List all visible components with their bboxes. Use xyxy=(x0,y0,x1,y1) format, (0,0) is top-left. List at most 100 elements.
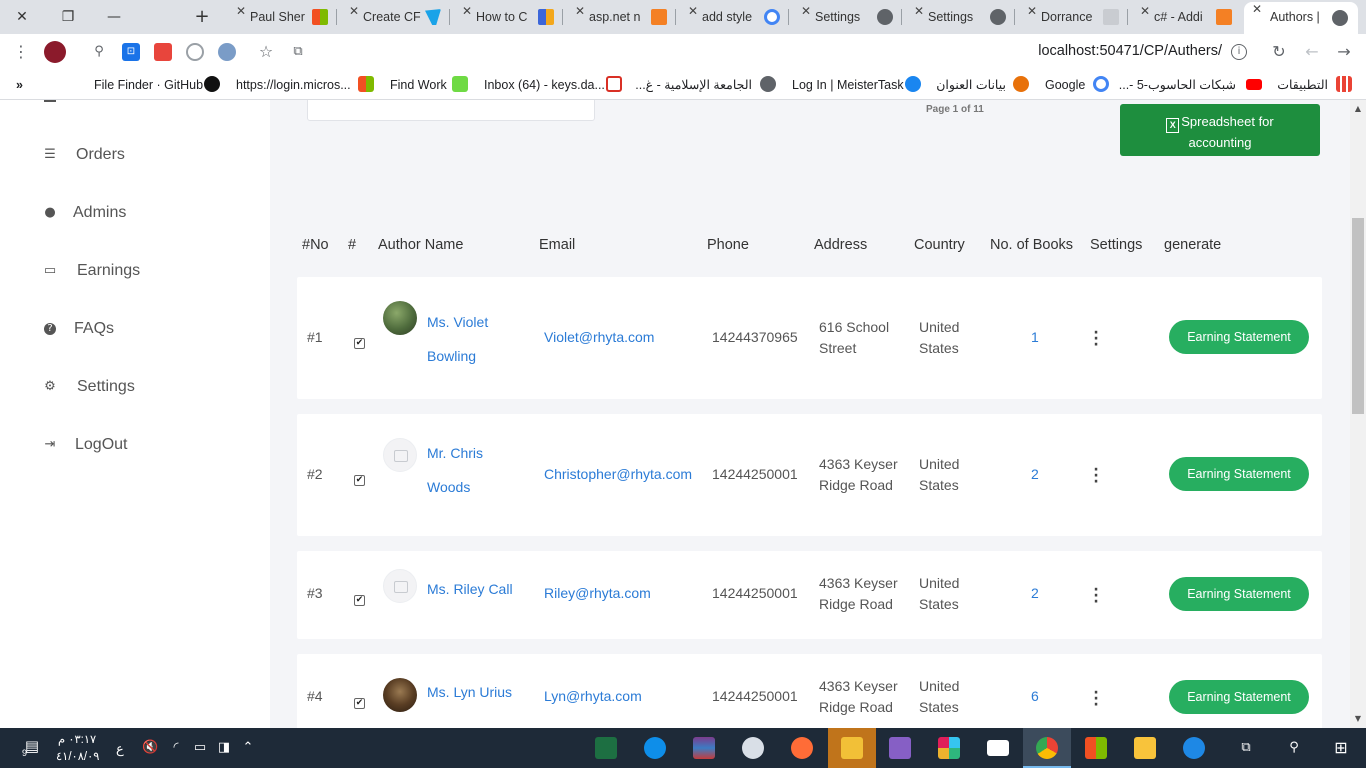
tab-close-icon[interactable]: ✕ xyxy=(1248,2,1266,16)
extension-icon[interactable]: ⚲ xyxy=(90,43,108,61)
books-count-link[interactable]: 2 xyxy=(1031,464,1039,485)
browser-tab[interactable]: ✕ Paul Sher xyxy=(232,4,328,30)
scrollbar-thumb[interactable] xyxy=(1352,218,1364,414)
windows-start-icon[interactable]: ⊞ xyxy=(1333,740,1349,756)
forward-icon[interactable]: ← xyxy=(1303,43,1321,61)
bookmark-item[interactable]: File Finder · GitHub xyxy=(94,76,203,94)
taskbar-app-slack[interactable] xyxy=(925,728,973,768)
taskbar-app-visual-studio[interactable] xyxy=(876,728,924,768)
row-checkbox[interactable]: ✔ xyxy=(354,338,365,349)
browser-tab[interactable]: ✕ Create CF xyxy=(345,4,441,30)
browser-tab-active[interactable]: ✕ Authors | xyxy=(1244,2,1358,34)
scroll-down-icon[interactable]: ▼ xyxy=(1354,714,1362,723)
bookmarks-overflow-icon[interactable]: » xyxy=(16,76,23,94)
bookmark-item[interactable]: Google xyxy=(1045,76,1085,94)
bookmark-item[interactable]: الجامعة الإسلامية - غ... xyxy=(635,76,752,94)
tray-app-icon[interactable]: ◨ xyxy=(216,740,232,756)
tab-close-icon[interactable]: ✕ xyxy=(345,4,363,18)
tab-close-icon[interactable]: ✕ xyxy=(571,4,589,18)
browser-tab[interactable]: ✕ How to C xyxy=(458,4,554,30)
books-count-link[interactable]: 1 xyxy=(1031,327,1039,348)
back-icon[interactable]: → xyxy=(1335,43,1353,61)
clock-time[interactable]: ٠٣:١٧ م xyxy=(58,732,96,746)
minimize-window-icon[interactable]: — xyxy=(100,6,128,28)
sidebar-item-faqs[interactable]: ? FAQs xyxy=(0,317,270,341)
extension-icon[interactable]: ⊡ xyxy=(122,43,140,61)
browser-tab[interactable]: ✕ add style xyxy=(684,4,780,30)
language-indicator[interactable]: ع xyxy=(116,741,124,757)
tab-close-icon[interactable]: ✕ xyxy=(232,4,250,18)
row-checkbox[interactable]: ✔ xyxy=(354,475,365,486)
taskbar-app-teamviewer[interactable] xyxy=(631,728,679,768)
books-count-link[interactable]: 6 xyxy=(1031,686,1039,707)
sidebar-item-settings[interactable]: ⚙ Settings xyxy=(0,375,270,399)
extension-icon[interactable] xyxy=(186,43,204,61)
star-bookmark-icon[interactable]: ☆ xyxy=(257,43,275,61)
browser-tab[interactable]: ✕ Settings xyxy=(910,4,1006,30)
books-count-link[interactable]: 2 xyxy=(1031,583,1039,604)
task-view-icon[interactable]: ⧉ xyxy=(1238,740,1254,756)
earning-statement-button[interactable]: Earning Statement xyxy=(1169,457,1309,491)
earning-statement-button[interactable]: Earning Statement xyxy=(1169,577,1309,611)
sidebar-item-logout[interactable]: ⇥ LogOut xyxy=(0,433,270,457)
extension-icon[interactable] xyxy=(218,43,236,61)
scroll-up-icon[interactable]: ▲ xyxy=(1354,104,1362,113)
bookmark-item[interactable]: https://login.micros... xyxy=(236,76,351,94)
taskbar-app-mail[interactable] xyxy=(974,728,1022,768)
taskbar-app-explorer[interactable] xyxy=(1121,728,1169,768)
taskbar-app-postman[interactable] xyxy=(778,728,826,768)
bookmark-item[interactable]: Find Work xyxy=(390,76,447,94)
close-window-icon[interactable]: ✕ xyxy=(8,6,36,28)
bookmark-item[interactable]: Log In | MeisterTask xyxy=(792,76,904,94)
row-settings-kebab-icon[interactable]: · · · xyxy=(1092,326,1100,352)
browser-tab[interactable]: ✕ c# - Addi xyxy=(1136,4,1232,30)
earning-statement-button[interactable]: Earning Statement xyxy=(1169,320,1309,354)
export-spreadsheet-button[interactable]: X Spreadsheet for accounting xyxy=(1120,104,1320,156)
profile-avatar[interactable] xyxy=(44,41,66,63)
battery-icon[interactable]: ▭ xyxy=(192,740,208,756)
tab-close-icon[interactable]: ✕ xyxy=(458,4,476,18)
taskbar-app-winrar[interactable] xyxy=(680,728,728,768)
taskbar-app-paint[interactable] xyxy=(729,728,777,768)
browser-tab[interactable]: ✕ Settings xyxy=(797,4,893,30)
row-checkbox[interactable]: ✔ xyxy=(354,595,365,606)
earning-statement-button[interactable]: Earning Statement xyxy=(1169,680,1309,714)
tab-close-icon[interactable]: ✕ xyxy=(797,4,815,18)
url-field[interactable]: localhost:50471/CP/Authers/ xyxy=(1038,43,1222,59)
extension-icon[interactable] xyxy=(154,43,172,61)
sidebar-item-earnings[interactable]: ▭ Earnings xyxy=(0,259,270,283)
bookmark-item[interactable]: شبكات الحاسوب-5 -... xyxy=(1119,76,1236,94)
author-name-link[interactable]: Ms. Lyn Urius xyxy=(427,682,512,703)
author-name-link[interactable]: Ms. Riley Call xyxy=(427,579,513,600)
tab-close-icon[interactable]: ✕ xyxy=(1136,4,1154,18)
author-email-link[interactable]: Riley@rhyta.com xyxy=(544,583,651,604)
taskbar-app-edge[interactable] xyxy=(1170,728,1218,768)
author-email-link[interactable]: Christopher@rhyta.com xyxy=(544,464,692,485)
clock-date[interactable]: ٤١/٠٨/٠٩ xyxy=(56,749,99,763)
row-settings-kebab-icon[interactable]: · · · xyxy=(1092,463,1100,489)
install-app-icon[interactable]: ⧉ xyxy=(289,43,307,61)
bookmark-item[interactable]: التطبيقات xyxy=(1277,76,1328,94)
page-scrollbar[interactable]: ▲ ▼ xyxy=(1350,100,1366,728)
new-tab-icon[interactable]: + xyxy=(188,6,216,28)
restore-window-icon[interactable]: ❐ xyxy=(54,6,82,28)
wifi-icon[interactable]: ◜ xyxy=(168,740,184,756)
author-name-link[interactable]: Mr. Chris Woods xyxy=(427,436,483,504)
row-settings-kebab-icon[interactable]: · · · xyxy=(1092,583,1100,609)
browser-tab[interactable]: ✕ Dorrance xyxy=(1023,4,1119,30)
author-email-link[interactable]: Violet@rhyta.com xyxy=(544,327,654,348)
taskbar-app-store[interactable] xyxy=(1072,728,1120,768)
author-name-link[interactable]: Ms. Violet Bowling xyxy=(427,305,488,373)
row-settings-kebab-icon[interactable]: · · · xyxy=(1092,686,1100,712)
taskbar-app-chrome[interactable] xyxy=(1023,728,1071,768)
info-icon[interactable]: i xyxy=(1231,44,1247,60)
menu-dots-icon[interactable]: ⋮ xyxy=(12,43,30,61)
volume-muted-icon[interactable]: 🔇 xyxy=(142,740,158,756)
author-email-link[interactable]: Lyn@rhyta.com xyxy=(544,686,642,707)
sidebar-item-orders[interactable]: ☰ Orders xyxy=(0,143,270,167)
search-input[interactable] xyxy=(307,100,595,121)
tab-close-icon[interactable]: ✕ xyxy=(910,4,928,18)
taskbar-app-sticky[interactable] xyxy=(828,728,876,768)
tab-close-icon[interactable]: ✕ xyxy=(1023,4,1041,18)
row-checkbox[interactable]: ✔ xyxy=(354,698,365,709)
